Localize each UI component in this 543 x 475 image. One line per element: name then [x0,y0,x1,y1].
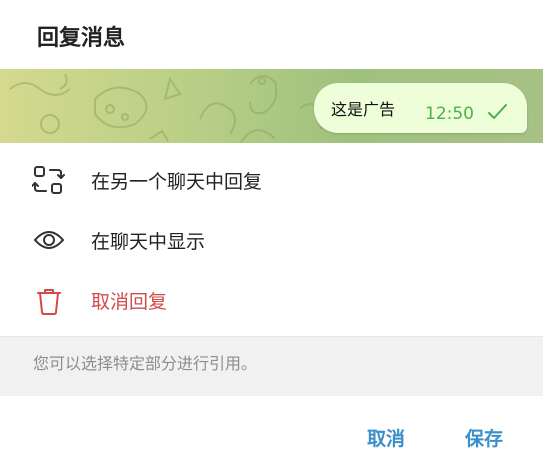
quote-hint: 您可以选择特定部分进行引用。 [0,336,543,396]
menu-item-cancel-reply[interactable]: 取消回复 [0,270,543,328]
message-preview: 这是广告 12:50 [0,69,543,143]
dialog-title: 回复消息 [37,26,126,51]
save-button[interactable]: 保存 [465,424,503,451]
message-time: 12:50 [425,104,474,124]
message-text: 这是广告 [331,100,396,119]
cancel-button[interactable]: 取消 [367,424,405,451]
reply-options-dialog: 回复消息 这是广告 12:50 在另一个聊天中回复 在聊天中显示 取消回复 您可… [0,0,543,475]
menu-item-label: 在聊天中显示 [91,231,206,253]
reply-other-chat-icon [32,166,65,194]
menu-item-label: 在另一个聊天中回复 [91,171,263,193]
menu-item-label: 取消回复 [91,291,168,313]
double-check-icon [488,104,507,119]
eye-icon [33,231,65,249]
message-bubble: 这是广告 12:50 [314,83,527,133]
quote-hint-text: 您可以选择特定部分进行引用。 [33,354,258,373]
trash-icon [37,289,61,315]
menu-item-show-in-chat[interactable]: 在聊天中显示 [0,210,543,268]
menu-item-reply-other-chat[interactable]: 在另一个聊天中回复 [0,150,543,208]
